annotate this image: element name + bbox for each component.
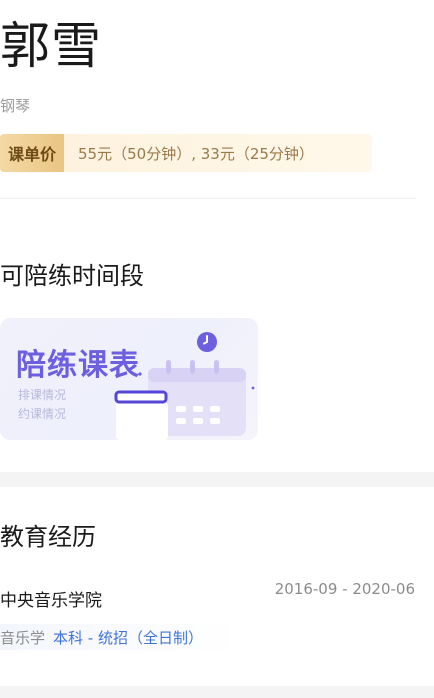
- education-major-row: 音乐学 本科 - 统招（全日制）: [0, 624, 240, 650]
- clock-icon: [197, 332, 217, 352]
- teacher-name: 郭雪: [0, 17, 102, 75]
- education-degree: 本科 - 统招（全日制）: [53, 628, 203, 647]
- education-dates: 2016-09 - 2020-06: [274, 580, 415, 598]
- price-row: 课单价 55元（50分钟）, 33元（25分钟）: [0, 134, 372, 172]
- schedule-line-2: 约课情况: [18, 407, 67, 421]
- available-slots-title: 可陪练时间段: [0, 262, 144, 290]
- schedule-line-1: 排课情况: [18, 388, 67, 402]
- teacher-profile-card: 郭雪 钢琴 课单价 55元（50分钟）, 33元（25分钟） 可陪练时间段 陪练…: [0, 0, 434, 472]
- teacher-instrument: 钢琴: [0, 97, 31, 115]
- divider: [0, 198, 416, 199]
- price-text: 55元（50分钟）, 33元（25分钟）: [78, 144, 314, 163]
- school-name: 中央音乐学院: [0, 591, 102, 611]
- education-major: 音乐学: [0, 628, 46, 647]
- price-tag: 课单价: [0, 134, 65, 172]
- education-title: 教育经历: [0, 523, 96, 551]
